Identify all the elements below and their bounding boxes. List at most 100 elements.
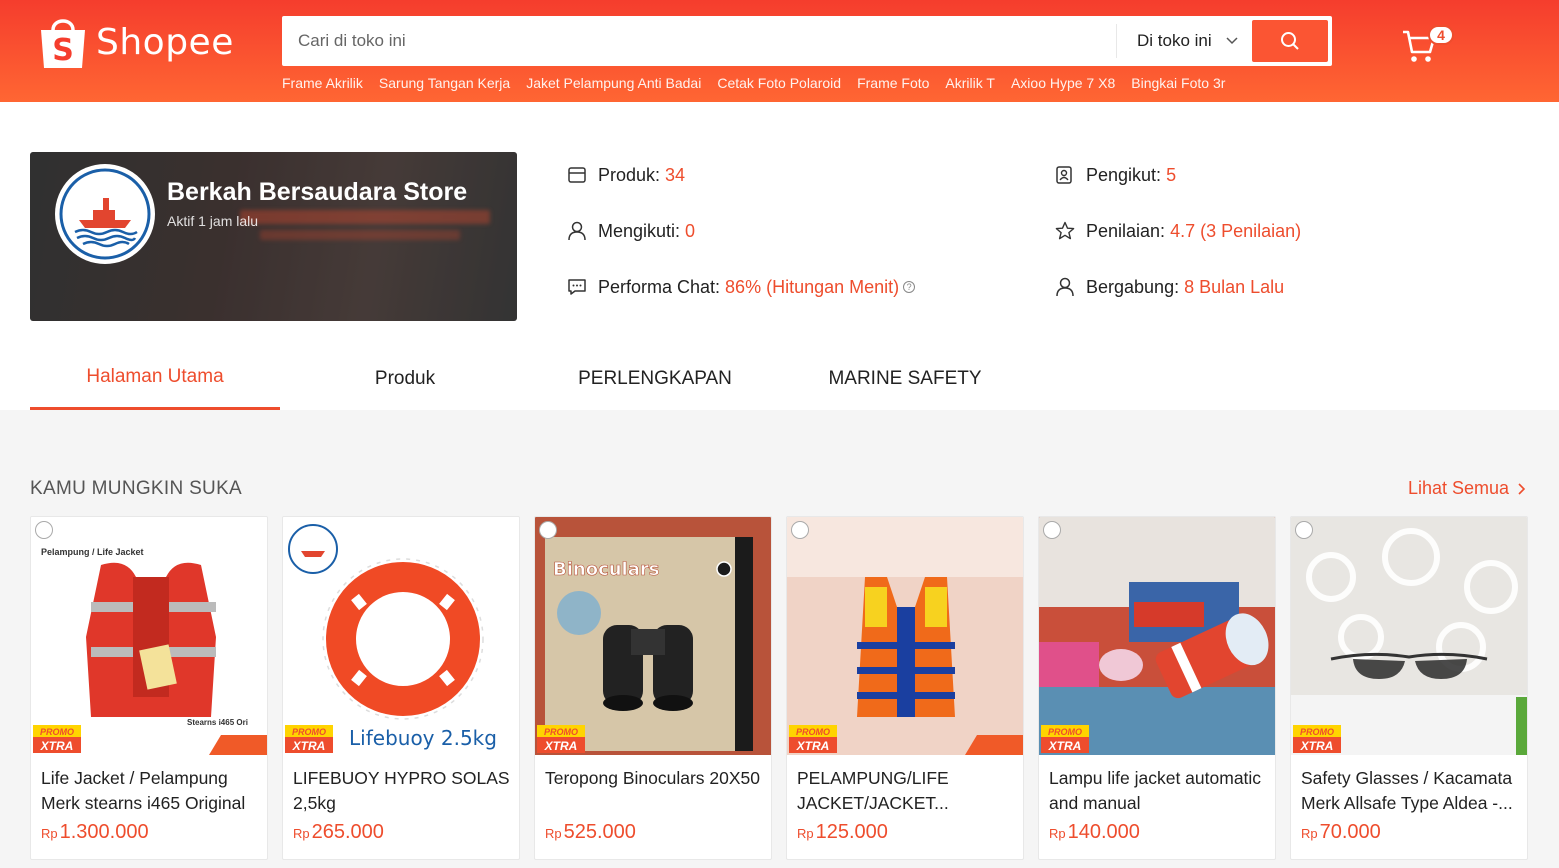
- tab-perlengkapan[interactable]: PERLENGKAPAN: [530, 347, 780, 410]
- see-all-link[interactable]: Lihat Semua: [1408, 478, 1529, 499]
- suggestion-link[interactable]: Axioo Hype 7 X8: [1011, 75, 1115, 91]
- currency: Rp: [293, 826, 310, 841]
- stat-bergabung-label: Bergabung:: [1086, 276, 1180, 297]
- promo-text: XTRA: [1300, 739, 1334, 753]
- product-image: Binoculars PROMO XTRA: [535, 517, 771, 755]
- shop-mini-logo: [35, 521, 53, 539]
- search-suggestions: Frame Akrilik Sarung Tangan Kerja Jaket …: [282, 75, 1225, 91]
- price-value: 70.000: [1319, 821, 1381, 843]
- price-value: 1.300.000: [59, 821, 149, 843]
- image-caption: Pelampung / Life Jacket: [41, 547, 144, 557]
- stat-produk-value: 34: [665, 164, 686, 185]
- product-card[interactable]: PROMO XTRA PELAMPUNG/LIFE JACKET/JACKET..…: [786, 516, 1024, 860]
- shopee-logo[interactable]: S Shopee: [38, 14, 234, 70]
- stat-pengikut-label: Pengikut:: [1086, 164, 1162, 185]
- chevron-down-icon: [1226, 37, 1238, 45]
- promo-xtra-badge: PROMO XTRA: [285, 725, 333, 753]
- price-value: 125.000: [815, 821, 888, 843]
- help-icon[interactable]: ?: [903, 281, 916, 293]
- stat-mengikuti-value: 0: [685, 220, 696, 241]
- search-button[interactable]: [1252, 20, 1328, 62]
- promo-text: PROMO: [40, 727, 74, 737]
- user-icon: [1054, 276, 1076, 298]
- price-value: 265.000: [311, 821, 384, 843]
- shop-active-status: Aktif 1 jam lalu: [167, 213, 259, 229]
- product-image: Lifebuoy 2.5kg PROMO XTRA: [283, 517, 519, 755]
- product-card[interactable]: Pelampung / Life Jacket Stearns i465 Ori…: [30, 516, 268, 860]
- followers-icon: [1054, 164, 1076, 186]
- ship-logo-icon: [59, 168, 151, 260]
- promo-text: PROMO: [292, 727, 326, 737]
- product-price: Rp 265.000: [293, 821, 384, 844]
- stat-chat-value: 86% (Hitungan Menit): [725, 276, 900, 297]
- shop-avatar[interactable]: [55, 164, 155, 264]
- promo-text: XTRA: [1048, 739, 1082, 753]
- logo-text: Shopee: [96, 21, 234, 63]
- stat-produk: Produk: 34: [566, 164, 685, 186]
- promo-xtra-badge: PROMO XTRA: [537, 725, 585, 753]
- suggestion-link[interactable]: Frame Foto: [857, 75, 929, 91]
- currency: Rp: [545, 826, 562, 841]
- promo-text: XTRA: [292, 739, 326, 753]
- product-card[interactable]: PROMO XTRA Lampu life jacket automatic an…: [1038, 516, 1276, 860]
- product-name: Safety Glasses / Kacamata Merk Allsafe T…: [1301, 768, 1513, 813]
- stat-performa-chat: Performa Chat: 86% (Hitungan Menit) ?: [566, 276, 916, 298]
- stat-chat-label: Performa Chat:: [598, 276, 721, 297]
- suggestion-link[interactable]: Jaket Pelampung Anti Badai: [526, 75, 701, 91]
- suggestion-link[interactable]: Akrilik T: [945, 75, 995, 91]
- product-card[interactable]: PROMO XTRA Safety Glasses / Kacamata Merk…: [1290, 516, 1528, 860]
- product-name: Teropong Binoculars 20X50: [545, 768, 761, 788]
- stat-penilaian: Penilaian: 4.7 (3 Penilaian): [1054, 220, 1301, 242]
- tab-marine-safety[interactable]: MARINE SAFETY: [780, 347, 1030, 410]
- promo-text: PROMO: [544, 727, 578, 737]
- search-input[interactable]: [282, 16, 1116, 66]
- stat-mengikuti: Mengikuti: 0: [566, 220, 695, 242]
- image-caption: Lifebuoy 2.5kg: [349, 726, 497, 750]
- promo-xtra-badge: PROMO XTRA: [1293, 725, 1341, 753]
- image-caption: Stearns i465 Ori: [187, 718, 248, 727]
- product-image: PROMO XTRA: [787, 517, 1023, 755]
- product-image: Pelampung / Life Jacket Stearns i465 Ori…: [31, 517, 267, 755]
- stat-bergabung-value: 8 Bulan Lalu: [1184, 276, 1285, 297]
- promo-text: XTRA: [796, 739, 830, 753]
- promo-text: PROMO: [796, 727, 830, 737]
- product-name: Life Jacket / Pelampung Merk stearns i46…: [41, 768, 246, 813]
- shop-mini-logo: [1043, 521, 1061, 539]
- product-image: PROMO XTRA: [1291, 517, 1527, 755]
- currency: Rp: [1049, 826, 1066, 841]
- suggestion-link[interactable]: Cetak Foto Polaroid: [717, 75, 841, 91]
- shop-tabs: Halaman Utama Produk PERLENGKAPAN MARINE…: [30, 347, 1030, 410]
- shop-mini-logo: [791, 521, 809, 539]
- suggestion-link[interactable]: Sarung Tangan Kerja: [379, 75, 510, 91]
- tab-halaman-utama[interactable]: Halaman Utama: [30, 347, 280, 410]
- shop-card[interactable]: Berkah Bersaudara Store Aktif 1 jam lalu: [30, 152, 517, 321]
- product-image: PROMO XTRA: [1039, 517, 1275, 755]
- suggestion-link[interactable]: Frame Akrilik: [282, 75, 363, 91]
- product-price: Rp 125.000: [797, 821, 888, 844]
- stat-penilaian-label: Penilaian:: [1086, 220, 1166, 241]
- image-caption: Binoculars: [553, 559, 659, 580]
- suggestion-link[interactable]: Bingkai Foto 3r: [1131, 75, 1225, 91]
- product-name: LIFEBUOY HYPRO SOLAS 2,5kg: [293, 768, 510, 813]
- promo-xtra-badge: PROMO XTRA: [789, 725, 837, 753]
- product-name: Lampu life jacket automatic and manual: [1049, 768, 1262, 813]
- stat-produk-label: Produk:: [598, 164, 661, 185]
- product-card[interactable]: Binoculars PROMO XTRA Teropong Binoculars…: [534, 516, 772, 860]
- product-price: Rp 140.000: [1049, 821, 1140, 844]
- currency: Rp: [797, 826, 814, 841]
- svg-text:S: S: [52, 33, 74, 68]
- shopping-bag-icon: S: [38, 14, 88, 70]
- product-price: Rp 70.000: [1301, 821, 1381, 844]
- star-icon: [1054, 220, 1076, 242]
- product-price: Rp 525.000: [545, 821, 636, 844]
- price-value: 525.000: [563, 821, 636, 843]
- search-scope-label: Di toko ini: [1137, 31, 1212, 50]
- stat-mengikuti-label: Mengikuti:: [598, 220, 681, 241]
- store-icon: [566, 164, 588, 186]
- cart-count-badge: 4: [1428, 25, 1454, 45]
- search-scope-dropdown[interactable]: Di toko ini: [1116, 24, 1252, 58]
- product-card[interactable]: Lifebuoy 2.5kg PROMO XTRA LIFEBUOY HYPRO …: [282, 516, 520, 860]
- product-price: Rp 1.300.000: [41, 821, 149, 844]
- tab-produk[interactable]: Produk: [280, 347, 530, 410]
- cart-button[interactable]: 4: [1402, 25, 1454, 68]
